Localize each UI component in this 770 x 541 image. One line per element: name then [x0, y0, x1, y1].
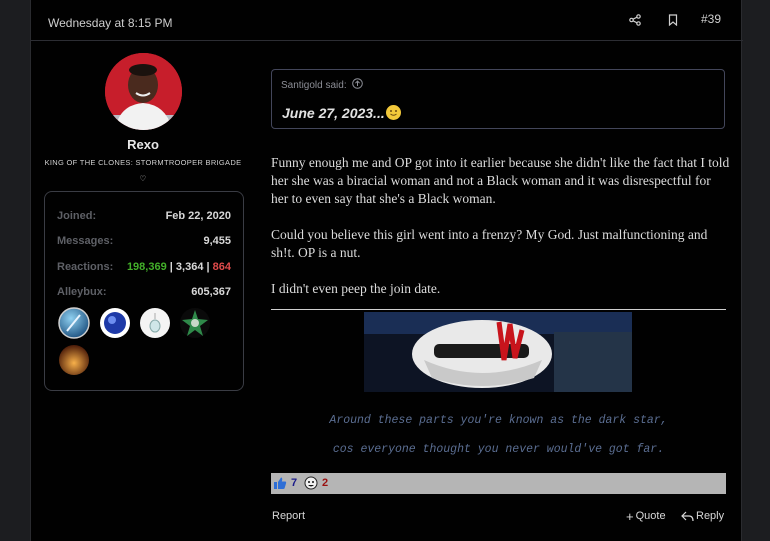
- reaction-like[interactable]: 7: [273, 476, 297, 490]
- reactions-sep: |: [206, 261, 210, 273]
- stat-reactions: Reactions: 198,369 | 3,364 | 864: [57, 261, 231, 275]
- signature-line: cos everyone thought you never would've …: [332, 443, 665, 456]
- reactions-negative: 864: [212, 261, 231, 273]
- stat-messages: Messages: 9,455: [57, 235, 231, 249]
- stat-alleybux: Alleybux: 605,367: [57, 286, 231, 300]
- quote-button[interactable]: + Quote: [626, 508, 666, 524]
- stat-joined: Joined: Feb 22, 2020: [57, 210, 231, 224]
- post-header: Wednesday at 8:15 PM #39: [31, 0, 743, 41]
- sapphire-badge-icon[interactable]: [99, 307, 131, 339]
- plus-icon: +: [626, 508, 634, 524]
- pendant-badge-icon[interactable]: [139, 307, 171, 339]
- stat-messages-value[interactable]: 9,455: [203, 235, 231, 247]
- post: Wednesday at 8:15 PM #39 Rexo KING OF TH…: [30, 0, 743, 541]
- fire-badge-icon[interactable]: [58, 344, 90, 376]
- quote-block: Santigold said: June 27, 2023...: [271, 69, 725, 129]
- username[interactable]: Rexo: [31, 137, 255, 152]
- emblem-badge-icon[interactable]: [179, 307, 211, 339]
- stat-reactions-value: 198,369 | 3,364 | 864: [127, 261, 231, 273]
- bookmark-icon[interactable]: [663, 10, 683, 30]
- post-paragraph: Funny enough me and OP got into it earli…: [271, 155, 730, 206]
- badge-icon[interactable]: [58, 307, 90, 339]
- stat-joined-label: Joined:: [57, 210, 97, 222]
- user-stats: Joined: Feb 22, 2020 Messages: 9,455 Rea…: [44, 191, 244, 391]
- reaction-face-icon: [304, 476, 318, 490]
- thumbs-up-icon: [274, 477, 287, 489]
- stat-alleybux-label: Alleybux:: [57, 286, 107, 298]
- signature-divider: [271, 309, 726, 310]
- reaction-bar: 7 2: [271, 473, 726, 494]
- post-paragraph: I didn't even peep the join date.: [271, 281, 441, 296]
- signature-image: [364, 312, 632, 392]
- reply-icon: [681, 511, 694, 521]
- signature-line: Around these parts you're known as the d…: [329, 414, 668, 427]
- reactions-sep: |: [169, 261, 173, 273]
- avatar[interactable]: [105, 53, 182, 130]
- quote-text: June 27, 2023...: [282, 105, 401, 121]
- reply-button[interactable]: Reply: [681, 510, 724, 522]
- stat-joined-value: Feb 22, 2020: [165, 210, 231, 222]
- share-icon[interactable]: [625, 10, 645, 30]
- post-date[interactable]: Wednesday at 8:15 PM: [48, 16, 173, 30]
- arrow-up-circle-icon[interactable]: [352, 78, 364, 89]
- stat-messages-label: Messages:: [57, 235, 114, 247]
- quote-attribution[interactable]: Santigold said:: [281, 78, 364, 91]
- user-title: KING OF THE CLONES: STORMTROOPER BRIGADE…: [44, 158, 242, 183]
- reactions-positive: 198,369: [126, 261, 167, 273]
- report-link[interactable]: Report: [272, 510, 305, 522]
- post-number[interactable]: #39: [701, 12, 721, 26]
- like-count: 7: [291, 477, 298, 489]
- stat-reactions-label: Reactions:: [57, 261, 114, 273]
- other-count: 2: [322, 477, 329, 489]
- smiley-icon: [385, 105, 401, 120]
- reactions-neutral: 3,364: [175, 261, 204, 273]
- reaction-other[interactable]: 2: [304, 476, 328, 490]
- stat-alleybux-value: 605,367: [191, 286, 231, 298]
- post-paragraph: Could you believe this girl went into a …: [271, 227, 708, 260]
